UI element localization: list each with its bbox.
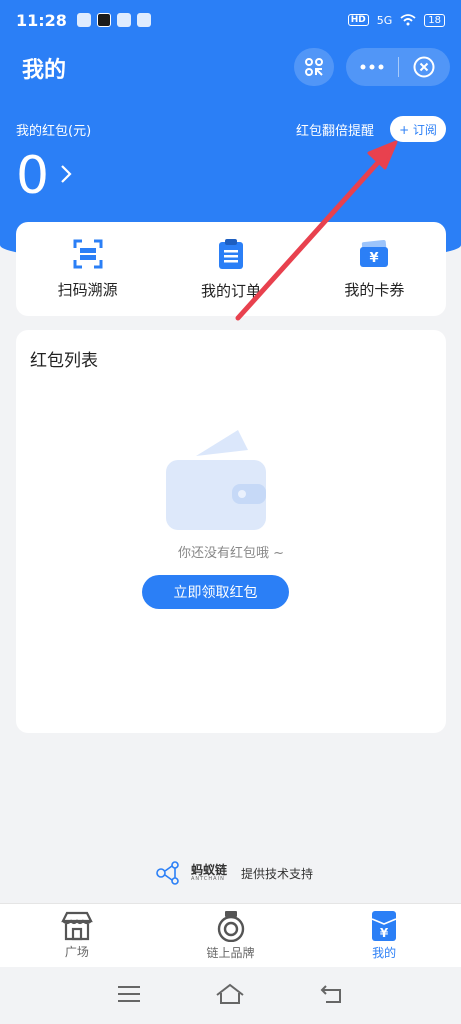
antchain-brand: 蚂蚁链 ANTCHAIN: [191, 864, 227, 882]
wallet-amount[interactable]: 0: [16, 146, 49, 206]
close-circle-icon: [413, 56, 435, 78]
home-icon: [216, 983, 245, 1004]
svg-text:¥: ¥: [380, 926, 389, 940]
system-navigation-bar: [0, 967, 461, 1024]
back-nav-button[interactable]: [320, 984, 344, 1008]
notification-app-icon: [96, 13, 111, 27]
tab-mine[interactable]: ¥ 我的: [307, 904, 461, 967]
quick-action-coupons[interactable]: ¥ 我的卡券: [303, 222, 446, 316]
notification-app-icon: [76, 13, 91, 27]
brand-badge-icon: [217, 911, 244, 942]
network-label: 5G: [376, 13, 393, 27]
subscribe-button[interactable]: + 订阅: [390, 116, 446, 142]
status-time: 11:28: [16, 10, 67, 30]
quick-action-scan-trace[interactable]: 扫码溯源: [16, 222, 159, 316]
empty-state-text: 你还没有红包哦 ~: [177, 546, 285, 561]
red-packet-list-card: 红包列表 你还没有红包哦 ~ 立即领取红包: [16, 330, 446, 733]
status-indicators: HD 5G 18: [347, 13, 445, 27]
wifi-icon: [400, 14, 416, 26]
more-options-button[interactable]: [346, 48, 398, 86]
quick-action-label: 我的卡券: [344, 280, 405, 299]
page-title: 我的: [22, 58, 67, 83]
scan-button[interactable]: [294, 48, 334, 86]
menu-icon: [118, 985, 141, 1002]
chevron-right-icon[interactable]: [60, 162, 72, 190]
quick-action-label: 扫码溯源: [57, 280, 118, 299]
status-app-icons: [76, 13, 151, 27]
store-icon: [61, 911, 93, 941]
scan-icon: [305, 58, 323, 76]
double-remind-label: 红包翻倍提醒: [296, 124, 375, 139]
tech-support-footer: 蚂蚁链 ANTCHAIN 提供技术支持: [155, 860, 313, 886]
quick-action-orders[interactable]: 我的订单: [159, 222, 302, 316]
status-bar: 11:28 HD 5G 18: [0, 0, 461, 40]
more-dots-icon: [360, 64, 384, 70]
hd-icon: HD: [347, 14, 369, 26]
tab-label: 链上品牌: [206, 946, 255, 960]
antchain-logo-icon: [156, 861, 179, 885]
tech-support-text: 提供技术支持: [241, 866, 314, 881]
notification-app-icon: [116, 13, 131, 27]
coupon-icon: ¥: [360, 239, 389, 267]
tab-label: 广场: [64, 945, 89, 959]
wallet-yen-icon: ¥: [371, 911, 397, 941]
empty-wallet-icon: [166, 430, 266, 530]
battery-icon: 18: [424, 13, 445, 27]
tab-square[interactable]: 广场: [0, 904, 154, 967]
scan-trace-icon: [73, 239, 103, 268]
wallet-label: 我的红包(元): [16, 124, 92, 139]
notification-app-icon: [136, 13, 151, 27]
quick-action-label: 我的订单: [200, 281, 261, 300]
back-icon: [320, 984, 341, 1003]
miniapp-capsule: [346, 48, 450, 86]
claim-red-packet-button[interactable]: 立即领取红包: [142, 575, 289, 609]
order-clipboard-icon: [218, 238, 243, 269]
svg-text:¥: ¥: [370, 251, 379, 266]
red-packet-list-title: 红包列表: [30, 351, 98, 371]
tab-chain-brands[interactable]: 链上品牌: [154, 904, 308, 967]
tab-label: 我的: [372, 946, 397, 960]
brand-subtitle: ANTCHAIN: [191, 876, 225, 882]
bottom-tab-bar: 广场 链上品牌 ¥ 我的: [0, 903, 461, 967]
quick-actions-card: 扫码溯源 我的订单 ¥ 我的卡券: [16, 222, 446, 316]
close-miniapp-button[interactable]: [399, 48, 449, 86]
brand-name: 蚂蚁链: [191, 863, 228, 877]
home-nav-button[interactable]: [215, 983, 245, 1009]
menu-nav-button[interactable]: [117, 985, 141, 1007]
